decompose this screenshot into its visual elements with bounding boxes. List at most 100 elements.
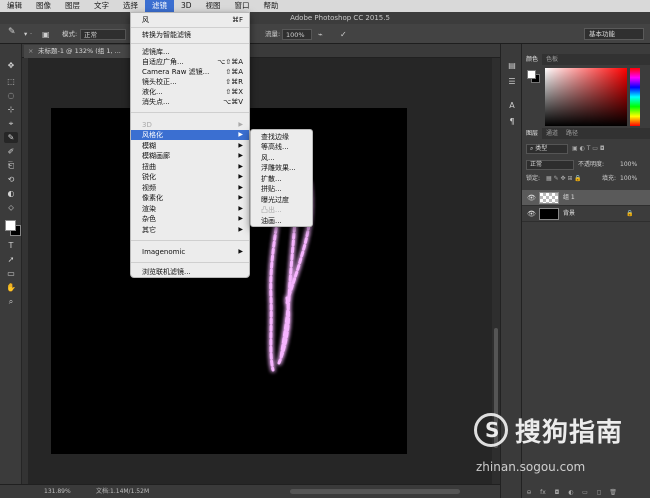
menu-layer[interactable]: 图层 (58, 0, 87, 12)
airbrush-icon[interactable]: ⌁ (318, 29, 323, 40)
menu-3d[interactable]: 3D (174, 0, 199, 12)
layer-filter-icons[interactable]: ▣ ◐ T ▭ ◘ (572, 143, 648, 154)
mode-select[interactable]: 正常 (80, 29, 126, 40)
menu-item-imagenomic[interactable]: Imagenomic ▶ (131, 247, 249, 257)
menu-item-browse-online[interactable]: 浏览联机滤镜... (131, 267, 249, 277)
layer-row[interactable]: 👁 组 1 (522, 190, 650, 206)
menu-item-noise[interactable]: 杂色 ▶ (131, 214, 249, 224)
menu-window[interactable]: 窗口 (228, 0, 257, 12)
menu-edit[interactable]: 编辑 (0, 0, 29, 12)
menu-item-video[interactable]: 视频 ▶ (131, 183, 249, 193)
stamp-tool-icon[interactable]: ✐ (4, 146, 18, 157)
menu-item-convert-smart[interactable]: 转换为智能滤镜 (131, 30, 249, 40)
brush-icon[interactable]: ✎ (8, 27, 16, 38)
type-tool-icon[interactable]: T (4, 240, 18, 251)
menu-help[interactable]: 帮助 (257, 0, 286, 12)
color-field[interactable] (545, 68, 627, 126)
blend-mode-select[interactable]: 正常 (526, 160, 574, 170)
menu-filter[interactable]: 滤镜 (145, 0, 174, 12)
menu-item-blur[interactable]: 模糊 ▶ (131, 141, 249, 151)
link-icon[interactable]: ⊖ (522, 488, 536, 498)
menu-item-distort[interactable]: 扭曲 ▶ (131, 162, 249, 172)
menu-item-pixelate[interactable]: 像素化 ▶ (131, 193, 249, 203)
menu-item-adaptive-wide-angle[interactable]: 自适应广角... ⌥⇧⌘A (131, 57, 249, 67)
submenu-item-contour[interactable]: 等高线... (251, 142, 312, 152)
properties-panel-icon[interactable]: ☰ (505, 76, 519, 88)
submenu-item-oil-paint[interactable]: 油画... (251, 216, 312, 226)
fx-icon[interactable]: fx (536, 488, 550, 498)
tab-swatches[interactable]: 色板 (542, 54, 562, 65)
foreground-color-swatch[interactable] (5, 220, 16, 231)
shape-tool-icon[interactable]: ▭ (4, 268, 18, 279)
character-panel-icon[interactable]: A (505, 100, 519, 112)
tab-paths[interactable]: 路径 (562, 128, 582, 139)
workspace-select[interactable]: 基本功能 (584, 28, 644, 40)
pressure-icon[interactable]: ✓ (340, 29, 347, 40)
layer-row[interactable]: 👁 背景 🔒 (522, 206, 650, 222)
history-panel-icon[interactable]: ▤ (505, 60, 519, 72)
flow-input[interactable]: 100% (282, 29, 312, 40)
menu-item-last-filter[interactable]: 风 ⌘F (131, 15, 249, 25)
canvas-area[interactable] (22, 58, 492, 484)
status-bar: 131.89% 文档:1.14M/1.52M (0, 484, 500, 498)
hand-tool-icon[interactable]: ✋ (4, 282, 18, 293)
horizontal-scrollbar[interactable] (290, 489, 460, 494)
menu-item-vanishing-point[interactable]: 消失点... ⌥⌘V (131, 97, 249, 107)
submenu-item-diffuse[interactable]: 扩散... (251, 174, 312, 184)
dodge-tool-icon[interactable]: ◐ (4, 188, 18, 199)
trash-icon[interactable]: 🗑 (606, 488, 620, 498)
menu-item-blur-gallery[interactable]: 模糊画廊 ▶ (131, 151, 249, 161)
menu-item-sharpen[interactable]: 锐化 ▶ (131, 172, 249, 182)
submenu-item-emboss[interactable]: 浮雕效果... (251, 163, 312, 173)
menu-item-filter-gallery[interactable]: 滤镜库... (131, 47, 249, 57)
layer-thumbnail (539, 192, 559, 204)
menu-select[interactable]: 选择 (116, 0, 145, 12)
new-layer-icon[interactable]: ◻ (592, 488, 606, 498)
tab-channels[interactable]: 通道 (542, 128, 562, 139)
hue-slider[interactable] (630, 68, 640, 126)
opacity-value[interactable]: 100% (620, 159, 637, 170)
mask-icon[interactable]: ◘ (550, 488, 564, 498)
chevron-down-icon[interactable]: ▾ (24, 29, 27, 40)
close-icon[interactable]: × (28, 45, 33, 58)
tab-color[interactable]: 颜色 (522, 54, 543, 65)
menu-item-other[interactable]: 其它 ▶ (131, 225, 249, 235)
folder-icon[interactable]: ▭ (578, 488, 592, 498)
menu-item-liquify[interactable]: 液化... ⇧⌘X (131, 87, 249, 97)
paragraph-panel-icon[interactable]: ¶ (505, 116, 519, 128)
lock-icons[interactable]: ▦ ✎ ✥ ⊞ 🔒 (546, 173, 582, 184)
eraser-tool-icon[interactable]: ⎗ (4, 160, 18, 171)
eyedropper-tool-icon[interactable]: ⌖ (4, 118, 18, 129)
visibility-eye-icon[interactable]: 👁 (527, 206, 536, 222)
submenu-item-find-edges[interactable]: 查找边缘 (251, 132, 312, 142)
adjustment-icon[interactable]: ◐ (564, 488, 578, 498)
crop-tool-icon[interactable]: ⊹ (4, 104, 18, 115)
menu-item-render[interactable]: 渲染 ▶ (131, 204, 249, 214)
menu-item-lens-correction[interactable]: 镜头校正... ⇧⌘R (131, 77, 249, 87)
document-tab[interactable]: × 未标题-1 @ 132% (组 1, ... (24, 45, 144, 58)
layer-filter-select[interactable]: ⌕ 类型 (526, 144, 568, 154)
menu-item-stylize[interactable]: 风格化 ▶ (131, 130, 249, 140)
lasso-tool-icon[interactable]: ◌ (4, 90, 18, 101)
zoom-level[interactable]: 131.89% (44, 485, 71, 498)
pen-tool-icon[interactable]: ⬦ (4, 202, 18, 213)
panel-foreground-swatch[interactable] (527, 70, 536, 79)
menu-type[interactable]: 文字 (87, 0, 116, 12)
path-select-icon[interactable]: ➚ (4, 254, 18, 265)
history-brush-icon[interactable]: ⟲ (4, 174, 18, 185)
brush-tool-icon[interactable]: ✎ (4, 132, 18, 143)
opacity-label: 不透明度: (578, 161, 605, 168)
move-tool-icon[interactable]: ✥ (4, 60, 18, 71)
visibility-eye-icon[interactable]: 👁 (527, 190, 536, 206)
marquee-tool-icon[interactable]: ⬚ (4, 76, 18, 87)
fill-value[interactable]: 100% (620, 173, 637, 184)
submenu-item-solarize[interactable]: 曝光过度 (251, 195, 312, 205)
menu-image[interactable]: 图像 (29, 0, 58, 12)
tab-layers[interactable]: 图层 (522, 128, 543, 139)
menu-item-camera-raw[interactable]: Camera Raw 滤镜... ⇧⌘A (131, 67, 249, 77)
submenu-item-wind[interactable]: 风... (251, 153, 312, 163)
zoom-tool-icon[interactable]: ⌕ (4, 296, 18, 307)
menu-view[interactable]: 视图 (199, 0, 228, 12)
submenu-item-tiles[interactable]: 拼贴... (251, 184, 312, 194)
brush-settings-icon[interactable]: ▣ (42, 29, 50, 40)
